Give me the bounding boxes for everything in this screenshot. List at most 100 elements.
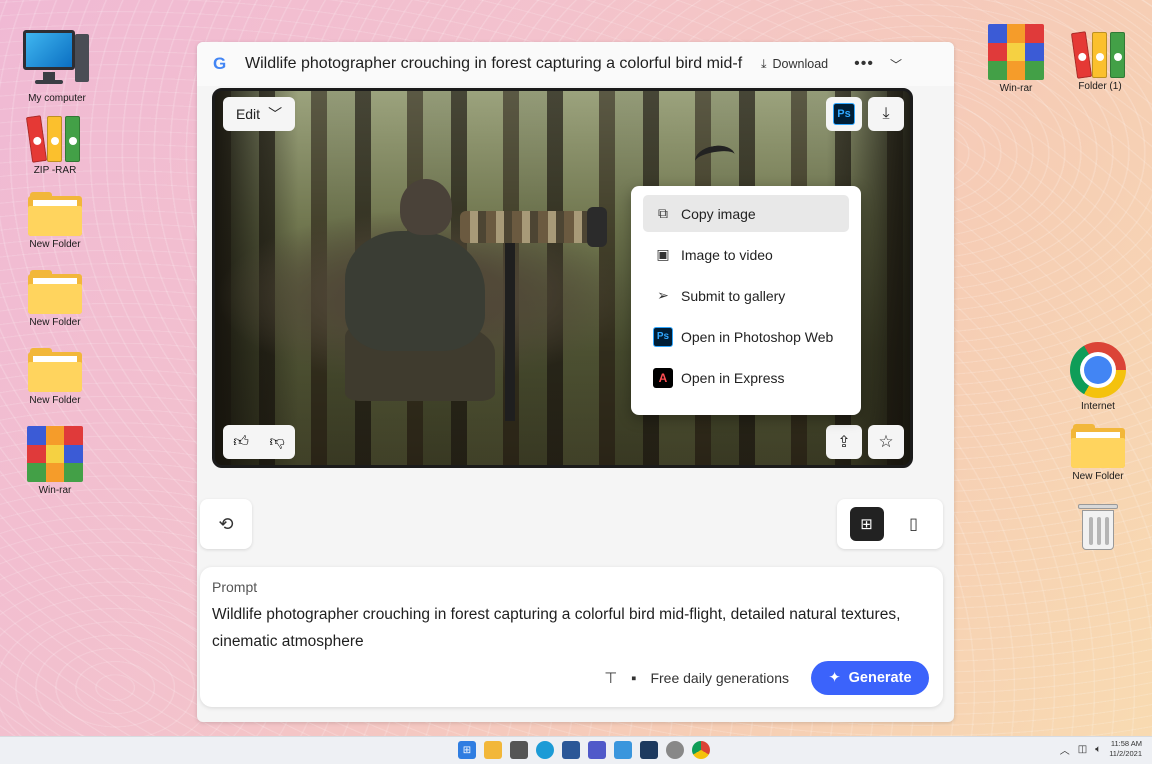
credits-icon: ▪ (631, 669, 637, 687)
desktop-icon-recycle-bin[interactable] (1058, 500, 1138, 555)
desktop-icon-internet[interactable]: Internet (1058, 342, 1138, 412)
chevron-down-icon[interactable]: ﹀ (890, 56, 902, 73)
photos-icon[interactable] (614, 741, 632, 759)
clock-date: 11/2/2021 (1109, 749, 1142, 758)
phone-link-icon[interactable] (640, 741, 658, 759)
prompt-input[interactable]: Wildlife photographer crouching in fores… (212, 601, 931, 655)
send-icon: ➢ (657, 287, 669, 303)
desktop-icon-label: New Folder (1072, 471, 1124, 482)
desktop-icon-label: ZIP -RAR (33, 165, 77, 176)
desktop-icon-label: Folder (1) (1078, 81, 1122, 92)
trash-icon (1078, 500, 1118, 552)
share-icon: ⇪ (837, 434, 851, 451)
edit-label: Edit (235, 106, 261, 122)
view-toggle: ⊞ ▯ (837, 499, 943, 549)
clock[interactable]: 11:58 AM 11/2/2021 (1109, 739, 1142, 759)
folder-icon (28, 348, 82, 392)
generate-label: Generate (848, 670, 912, 686)
desktop-icon-my-computer[interactable]: My computer (17, 28, 97, 104)
menu-item-label: Open in Photoshop Web (681, 328, 834, 345)
chrome-taskbar-icon[interactable] (692, 741, 710, 759)
windows-start-icon[interactable]: ⊞ (458, 741, 476, 759)
video-icon: ▣ (656, 246, 670, 262)
menu-item-submit-to-gallery[interactable]: ➢ Submit to gallery (643, 277, 849, 314)
camera-icon[interactable] (510, 741, 528, 759)
image-generator-window: G Wildlife photographer crouching in for… (197, 42, 954, 722)
volume-icon[interactable]: 🔈︎ (1095, 744, 1101, 755)
download-button[interactable]: ⤓ Download (761, 57, 828, 72)
file-explorer-icon[interactable] (484, 741, 502, 759)
single-view-button[interactable]: ▯ (897, 507, 931, 541)
desktop-icon-new-folder-3[interactable]: New Folder (15, 348, 95, 406)
menu-item-open-photoshop-web[interactable]: Ps Open in Photoshop Web (643, 318, 849, 355)
clock-time: 11:58 AM (1110, 739, 1142, 748)
window-titlebar: G Wildlife photographer crouching in for… (197, 42, 954, 86)
image-context-menu: ⧉ Copy image ▣ Image to video ➢ Submit t… (631, 186, 861, 415)
menu-item-label: Submit to gallery (681, 287, 786, 304)
history-button[interactable]: ⟲ (200, 499, 252, 549)
desktop-icon-label: Internet (1081, 401, 1115, 412)
feedback-buttons: 👍︎ 👎︎ (223, 425, 295, 459)
taskbar-apps: ⊞ (458, 741, 710, 759)
thumbs-up-icon[interactable]: 👍︎ (233, 433, 249, 451)
thumbs-down-icon[interactable]: 👎︎ (269, 433, 284, 451)
desktop-icon-new-folder-right[interactable]: New Folder (1058, 424, 1138, 482)
desktop-icon-zip-rar[interactable]: ZIP -RAR (15, 112, 95, 176)
desktop-icon-new-folder-1[interactable]: New Folder (15, 192, 95, 250)
grid-view-button[interactable]: ⊞ (849, 507, 884, 541)
free-generations-label: Free daily generations (650, 670, 789, 686)
teams-icon[interactable] (588, 741, 606, 759)
computer-icon (21, 28, 93, 90)
text-style-icon[interactable]: ⊤ (604, 669, 617, 687)
settings-icon[interactable] (666, 741, 684, 759)
google-logo-icon: G (213, 54, 227, 73)
taskbar: ⊞ ︿ ◫ 🔈︎ 11:58 AM 11/2/2021 (0, 736, 1152, 764)
sparkle-icon: ✦ (828, 670, 841, 686)
desktop-icon-new-folder-2[interactable]: New Folder (15, 270, 95, 328)
winrar-icon (988, 24, 1044, 80)
grid-icon: ⊞ (860, 516, 873, 533)
prompt-actions: ⊤ ▪ Free daily generations ✦ Generate (604, 661, 929, 695)
open-photoshop-button[interactable]: Ps (826, 97, 862, 131)
folder-icon (28, 270, 82, 314)
folder-icon (1071, 424, 1125, 468)
share-button[interactable]: ⇪ (826, 425, 862, 459)
store-icon[interactable] (562, 741, 580, 759)
desktop-icon-label: New Folder (29, 395, 81, 406)
desktop-icon-label: New Folder (29, 239, 81, 250)
chevron-up-icon[interactable]: ︿ (1060, 742, 1070, 757)
desktop-icon-win-rar-right[interactable]: Win-rar (976, 24, 1056, 94)
favorite-button[interactable]: ☆ (868, 425, 904, 459)
network-icon[interactable]: ◫ (1078, 744, 1087, 755)
photoshop-icon: Ps (833, 103, 855, 125)
edge-icon[interactable] (536, 741, 554, 759)
generated-image[interactable]: Edit ﹀ Ps ⤓ 👍︎ 👎︎ ⇪ ☆ ⧉ Copy image ▣ Ima… (212, 88, 913, 468)
system-tray: ︿ ◫ 🔈︎ 11:58 AM 11/2/2021 (1060, 739, 1142, 759)
download-icon: ⤓ (761, 56, 767, 71)
desktop-icon-label: My computer (28, 93, 86, 104)
folder-icon (28, 192, 82, 236)
prompt-label: Prompt (212, 579, 258, 595)
desktop-icon-label: New Folder (29, 317, 81, 328)
menu-item-open-express[interactable]: A Open in Express (643, 359, 849, 396)
chrome-icon (1070, 342, 1126, 398)
bird-shape (693, 142, 737, 174)
menu-item-copy-image[interactable]: ⧉ Copy image (643, 195, 849, 232)
image-title: Wildlife photographer crouching in fores… (245, 55, 743, 72)
image-download-button[interactable]: ⤓ (868, 97, 904, 131)
generate-button[interactable]: ✦ Generate (811, 661, 929, 695)
edit-dropdown-button[interactable]: Edit ﹀ (223, 97, 295, 131)
photoshop-icon: Ps (653, 326, 673, 347)
desktop-icon-win-rar-left[interactable]: Win-rar (15, 426, 95, 496)
more-options-button[interactable]: ••• (854, 55, 874, 73)
menu-item-image-to-video[interactable]: ▣ Image to video (643, 236, 849, 273)
photo-subject (325, 171, 615, 431)
download-label: Download (772, 57, 829, 71)
desktop-icon-label: Win-rar (38, 485, 72, 496)
menu-item-label: Image to video (681, 246, 773, 263)
chevron-down-icon: ﹀ (268, 106, 283, 122)
star-icon: ☆ (878, 432, 894, 451)
desktop-icon-folder-1[interactable]: Folder (1) (1060, 28, 1140, 92)
menu-item-label: Open in Express (681, 369, 785, 386)
winrar-icon (27, 426, 83, 482)
